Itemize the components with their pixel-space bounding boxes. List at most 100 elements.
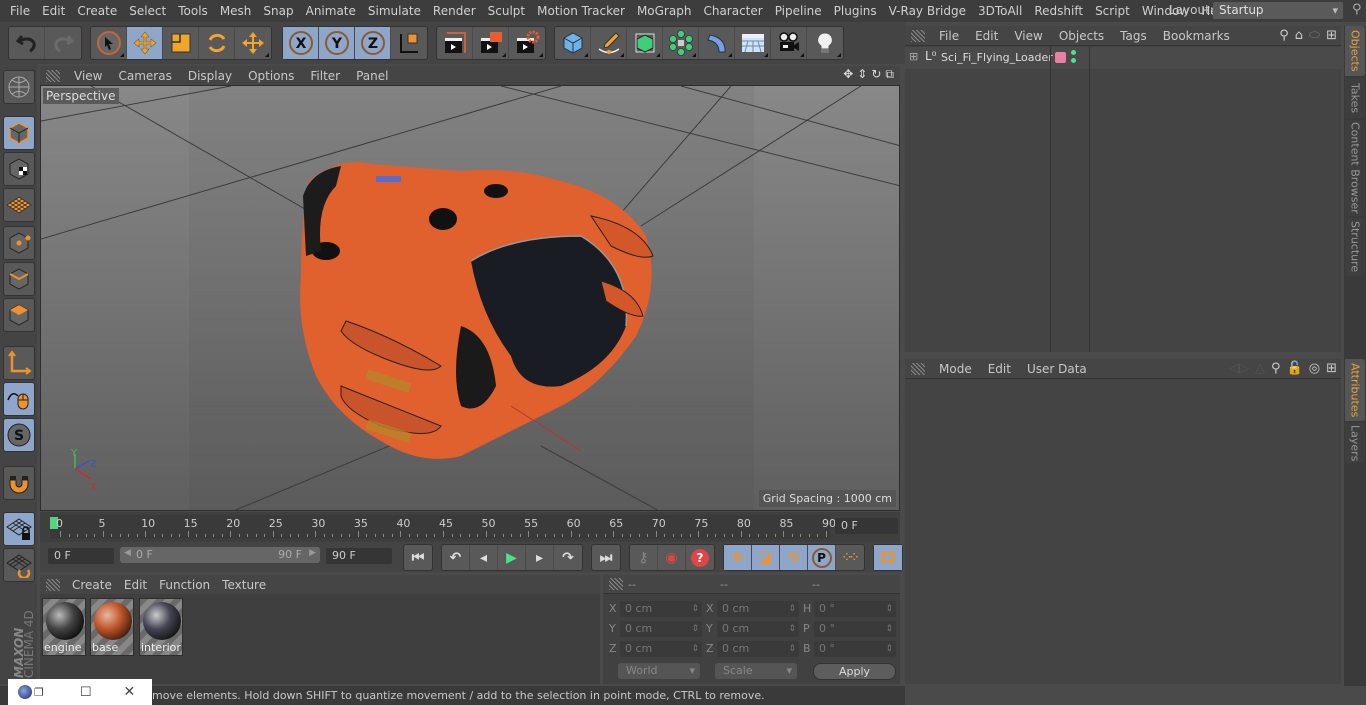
viewport-maximize-icon[interactable]: ⧉ xyxy=(885,67,894,82)
menu-script[interactable]: Script xyxy=(1089,4,1136,18)
object-name[interactable]: Sci_Fi_Flying_Loader xyxy=(941,51,1053,64)
expand-icon[interactable]: ⊞ xyxy=(909,50,918,63)
new-panel-icon[interactable]: ⊞ xyxy=(1326,361,1337,376)
workplane-align-button[interactable] xyxy=(3,548,35,582)
menu-sculpt[interactable]: Sculpt xyxy=(482,4,531,18)
size-x-field[interactable]: 0 cm xyxy=(717,601,799,617)
add-light-button[interactable] xyxy=(807,27,843,59)
viewport-menu-view[interactable]: View xyxy=(66,69,110,83)
material-menu-texture[interactable]: Texture xyxy=(216,578,272,592)
workplane-lock-button[interactable] xyxy=(3,512,35,546)
menu-edit[interactable]: Edit xyxy=(36,4,71,18)
new-panel-icon[interactable]: ⊞ xyxy=(1326,28,1337,43)
objects-menu-file[interactable]: File xyxy=(931,29,967,43)
last-tool-button[interactable] xyxy=(235,27,271,59)
go-to-end-button[interactable]: ⏭ xyxy=(592,545,620,570)
undo-button[interactable] xyxy=(9,27,45,59)
viewport-menu-options[interactable]: Options xyxy=(240,69,302,83)
pos-x-field[interactable]: 0 cm xyxy=(620,601,702,617)
objects-menu-bookmarks[interactable]: Bookmarks xyxy=(1155,29,1238,43)
viewport-menu-filter[interactable]: Filter xyxy=(302,69,348,83)
keyframe-selection-button[interactable]: ? xyxy=(686,545,714,570)
prev-frame-button[interactable]: ◂ xyxy=(470,545,498,570)
layout-dropdown[interactable]: Startup xyxy=(1213,2,1343,19)
viewport-rotate-icon[interactable]: ↻ xyxy=(871,67,881,82)
play-button[interactable]: ▶ xyxy=(498,545,526,570)
next-keyframe-button[interactable]: ↷ xyxy=(554,545,582,570)
polygon-mode-button[interactable] xyxy=(3,298,35,332)
material-menu-create[interactable]: Create xyxy=(66,578,118,592)
edge-mode-button[interactable] xyxy=(3,262,35,296)
home-icon[interactable]: ⌂ xyxy=(1295,28,1303,43)
model-mode-button[interactable] xyxy=(3,116,35,150)
maximize-icon[interactable]: ☐ xyxy=(80,685,92,700)
move-tool-button[interactable] xyxy=(127,27,163,59)
rot-b-field[interactable]: 0 ° xyxy=(814,641,896,657)
end-frame-field[interactable]: 90 F xyxy=(326,548,392,564)
panel-grip[interactable] xyxy=(46,578,60,591)
tab-content-browser[interactable]: Content Browser xyxy=(1345,120,1365,216)
key-scale-button[interactable]: ◪ xyxy=(752,545,780,570)
material-interior[interactable]: interior xyxy=(139,598,183,656)
pos-z-field[interactable]: 0 cm xyxy=(620,641,702,657)
tab-layers[interactable]: Layers xyxy=(1345,423,1365,463)
up-arrow-icon[interactable]: △ xyxy=(1255,361,1265,376)
tweak-mode-button[interactable] xyxy=(3,382,35,416)
timeline-ruler[interactable]: 0 5 10 15 20 25 30 35 40 45 50 55 60 65 70 75 80 85 90 xyxy=(50,515,836,539)
viewport-move-icon[interactable]: ✥ xyxy=(843,67,853,82)
menu-simulate[interactable]: Simulate xyxy=(362,4,427,18)
tab-objects[interactable]: Objects xyxy=(1345,26,1365,76)
editor-visibility-dot[interactable] xyxy=(1071,50,1076,55)
current-frame-field[interactable]: 0 F xyxy=(835,518,898,534)
camera-label[interactable]: Perspective xyxy=(43,88,119,104)
viewport-menu-cameras[interactable]: Cameras xyxy=(110,69,179,83)
solo-button[interactable]: S xyxy=(3,418,35,452)
tab-attributes[interactable]: Attributes xyxy=(1345,359,1365,421)
rot-p-field[interactable]: 0 ° xyxy=(814,621,896,637)
coordinate-space-dropdown[interactable]: World xyxy=(618,663,700,679)
objects-menu-tags[interactable]: Tags xyxy=(1112,29,1155,43)
redo-button[interactable] xyxy=(45,27,81,59)
make-editable-button[interactable] xyxy=(3,70,35,104)
panel-grip[interactable] xyxy=(911,362,925,375)
restore-icon[interactable]: ❐ xyxy=(34,686,44,699)
key-position-button[interactable]: ✥ xyxy=(724,545,752,570)
layer-color-tag[interactable] xyxy=(1055,52,1066,63)
menu-render[interactable]: Render xyxy=(427,4,482,18)
next-frame-button[interactable]: ▸ xyxy=(526,545,554,570)
frame-range-slider[interactable]: ◀ 0 F 90 F ▶ xyxy=(120,547,320,563)
timeline-window-button[interactable]: 🎞 xyxy=(874,545,902,570)
lock-icon[interactable]: 🔓 xyxy=(1287,361,1303,376)
eye-icon[interactable]: ⬭ xyxy=(1309,28,1320,43)
scale-tool-button[interactable] xyxy=(163,27,199,59)
minimized-window[interactable]: ❐ ☐ ✕ xyxy=(8,679,152,705)
add-cloner-button[interactable] xyxy=(663,27,699,59)
search-icon[interactable]: ⚲ xyxy=(1271,361,1281,376)
tab-structure[interactable]: Structure xyxy=(1345,218,1365,276)
panel-grip[interactable] xyxy=(609,578,623,590)
workplane-mode-button[interactable] xyxy=(3,188,35,222)
add-subdivision-button[interactable] xyxy=(627,27,663,59)
size-y-field[interactable]: 0 cm xyxy=(717,621,799,637)
viewport-menu-display[interactable]: Display xyxy=(180,69,240,83)
render-picture-viewer-button[interactable] xyxy=(473,27,509,59)
panel-grip[interactable] xyxy=(911,29,925,42)
add-camera-button[interactable] xyxy=(771,27,807,59)
viewport-zoom-icon[interactable]: ⇕ xyxy=(857,67,867,82)
rot-h-field[interactable]: 0 ° xyxy=(814,601,896,617)
size-z-field[interactable]: 0 cm xyxy=(717,641,799,657)
rotate-tool-button[interactable] xyxy=(199,27,235,59)
menu-mesh[interactable]: Mesh xyxy=(214,4,258,18)
close-icon[interactable]: ✕ xyxy=(124,684,136,700)
x-axis-lock-button[interactable]: X xyxy=(283,27,319,59)
menu-file[interactable]: File xyxy=(4,4,36,18)
live-selection-button[interactable] xyxy=(91,27,127,59)
start-frame-field[interactable]: 0 F xyxy=(48,548,114,564)
material-menu-edit[interactable]: Edit xyxy=(118,578,153,592)
search-icon[interactable]: ⚲ xyxy=(1279,28,1289,43)
key-parameter-button[interactable]: P xyxy=(808,545,836,570)
material-base[interactable]: base xyxy=(90,598,134,656)
add-floor-button[interactable] xyxy=(735,27,771,59)
menu-create[interactable]: Create xyxy=(71,4,123,18)
search-icon[interactable]: ⚲ xyxy=(1352,2,1362,17)
